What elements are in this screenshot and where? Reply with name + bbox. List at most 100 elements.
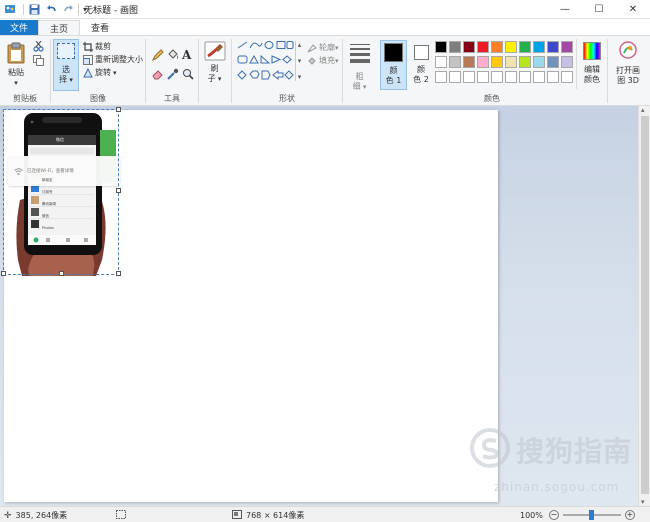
zoom-in-button[interactable]: + [624,510,635,520]
tab-view[interactable]: 查看 [80,20,120,35]
shapes-gallery[interactable] [236,40,294,86]
color-swatch[interactable] [491,41,503,53]
outline-button[interactable]: 轮廓 ▾ [306,41,339,54]
color-swatch[interactable] [491,71,503,83]
color-swatch[interactable] [505,56,517,68]
color-swatch[interactable] [505,41,517,53]
resize-button[interactable]: 重新调整大小 [82,53,143,66]
redo-icon[interactable] [61,2,75,16]
zoom-level: 100% [520,510,543,520]
color-wheel-icon [583,42,601,60]
text-tool-icon[interactable]: A [182,48,191,62]
undo-icon[interactable] [44,2,58,16]
cut-icon[interactable] [33,40,44,55]
colors-group-label: 颜色 [484,94,500,103]
size-button[interactable]: 粗 细 ▾ [347,42,372,92]
selection-handle[interactable] [116,271,121,276]
open-paint3d-button[interactable]: 打开画 图 3D [612,41,644,91]
color2-button[interactable]: 颜 色 2 [410,40,432,90]
color-swatch[interactable] [449,71,461,83]
color-swatch[interactable] [547,56,559,68]
color1-button[interactable]: 颜 色 1 [380,40,407,90]
color-swatch[interactable] [561,56,573,68]
color-swatch[interactable] [477,71,489,83]
crop-button[interactable]: 裁剪 [82,40,143,53]
size-label-2: 细 ▾ [352,82,367,91]
eraser-icon[interactable] [152,68,164,83]
selection-size-icon [116,510,126,521]
select-button[interactable]: 选 择 ▾ [53,39,79,91]
selection-handle[interactable] [1,271,6,276]
close-button[interactable]: ✕ [616,0,650,19]
fill-button[interactable]: 填充 ▾ [306,54,339,67]
crop-label: 裁剪 [95,42,111,51]
color-swatch[interactable] [547,71,559,83]
color-swatch[interactable] [463,41,475,53]
shapes-scroll[interactable]: ▴ ▾ ▾ [295,41,303,81]
outline-icon [306,42,317,53]
color-swatch[interactable] [519,71,531,83]
selection-handle[interactable] [116,188,121,193]
fill-icon [306,55,317,66]
tab-file[interactable]: 文件 [0,20,39,35]
outline-label: 轮廓 [319,43,335,52]
color-swatch[interactable] [505,71,517,83]
color-swatch[interactable] [561,41,573,53]
magnifier-icon[interactable] [182,68,194,83]
window-controls: — ☐ ✕ [548,0,650,19]
color-swatch[interactable] [463,71,475,83]
chevron-down-icon[interactable]: ▾ [641,498,645,506]
color1-label-1: 颜 [389,66,398,75]
chevron-up-icon[interactable]: ▴ [641,106,645,114]
color-swatch[interactable] [533,56,545,68]
color-swatch[interactable] [491,56,503,68]
color-swatch[interactable] [449,41,461,53]
color1-label-2: 色 1 [385,76,402,85]
color-swatch[interactable] [435,71,447,83]
color-swatch[interactable] [435,56,447,68]
image-size-icon [232,510,242,521]
color-swatch[interactable] [547,41,559,53]
image-size-text: 768 × 614像素 [246,511,305,520]
expand-icon: ▾ [297,73,302,81]
tools-group: A 工具 [146,36,198,106]
color-picker-icon[interactable] [167,68,179,83]
scrollbar-thumb[interactable] [641,116,649,494]
vertical-scrollbar[interactable]: ▴ ▾ [638,106,650,506]
pasted-image[interactable]: 已连接Wi-Fi，查看详情 微信 新朋友 订阅号 腾讯新闻 微信 Photos [1,107,121,276]
color-swatch[interactable] [435,41,447,53]
drawing-canvas[interactable]: 已连接Wi-Fi，查看详情 微信 新朋友 订阅号 腾讯新闻 微信 Photos [1,107,498,502]
rotate-button[interactable]: 旋转 ▾ [82,66,143,79]
copy-icon[interactable] [33,55,44,69]
zoom-out-button[interactable]: − [548,510,559,520]
save-icon[interactable] [27,2,41,16]
sogou-watermark: 搜狗指南 [470,428,632,471]
tab-home[interactable]: 主页 [38,20,81,35]
selection-handle[interactable] [116,107,121,112]
selection-rectangle[interactable] [3,109,119,275]
maximize-button[interactable]: ☐ [582,0,616,19]
fill-bucket-icon[interactable] [167,49,179,64]
color-swatch[interactable] [463,56,475,68]
cursor-position-text: 385, 264像素 [15,511,68,520]
zoom-slider[interactable] [562,510,621,520]
color-swatch[interactable] [561,71,573,83]
minimize-button[interactable]: — [548,0,582,19]
paint3d-label-2: 图 3D [617,76,639,85]
clipboard-group: 粘贴 ▾ 剪贴板 [0,36,50,106]
color-swatch[interactable] [533,71,545,83]
chevron-down-icon: ▾ [335,56,339,65]
selection-handle[interactable] [59,271,64,276]
brushes-button[interactable]: 刷 子 ▾ [202,41,227,91]
pencil-icon[interactable] [151,49,164,64]
color-swatch[interactable] [519,41,531,53]
zoom-slider-thumb[interactable] [588,510,594,520]
shapes-group: ▴ ▾ ▾ 轮廓 ▾ 填充 ▾ 形状 [232,36,342,106]
paste-button[interactable]: 粘贴 ▾ [4,40,28,90]
color-swatch[interactable] [519,56,531,68]
color-swatch[interactable] [449,56,461,68]
edit-colors-button[interactable]: 编辑 颜色 [579,40,605,90]
color-swatch[interactable] [533,41,545,53]
color-swatch[interactable] [477,41,489,53]
color-swatch[interactable] [477,56,489,68]
